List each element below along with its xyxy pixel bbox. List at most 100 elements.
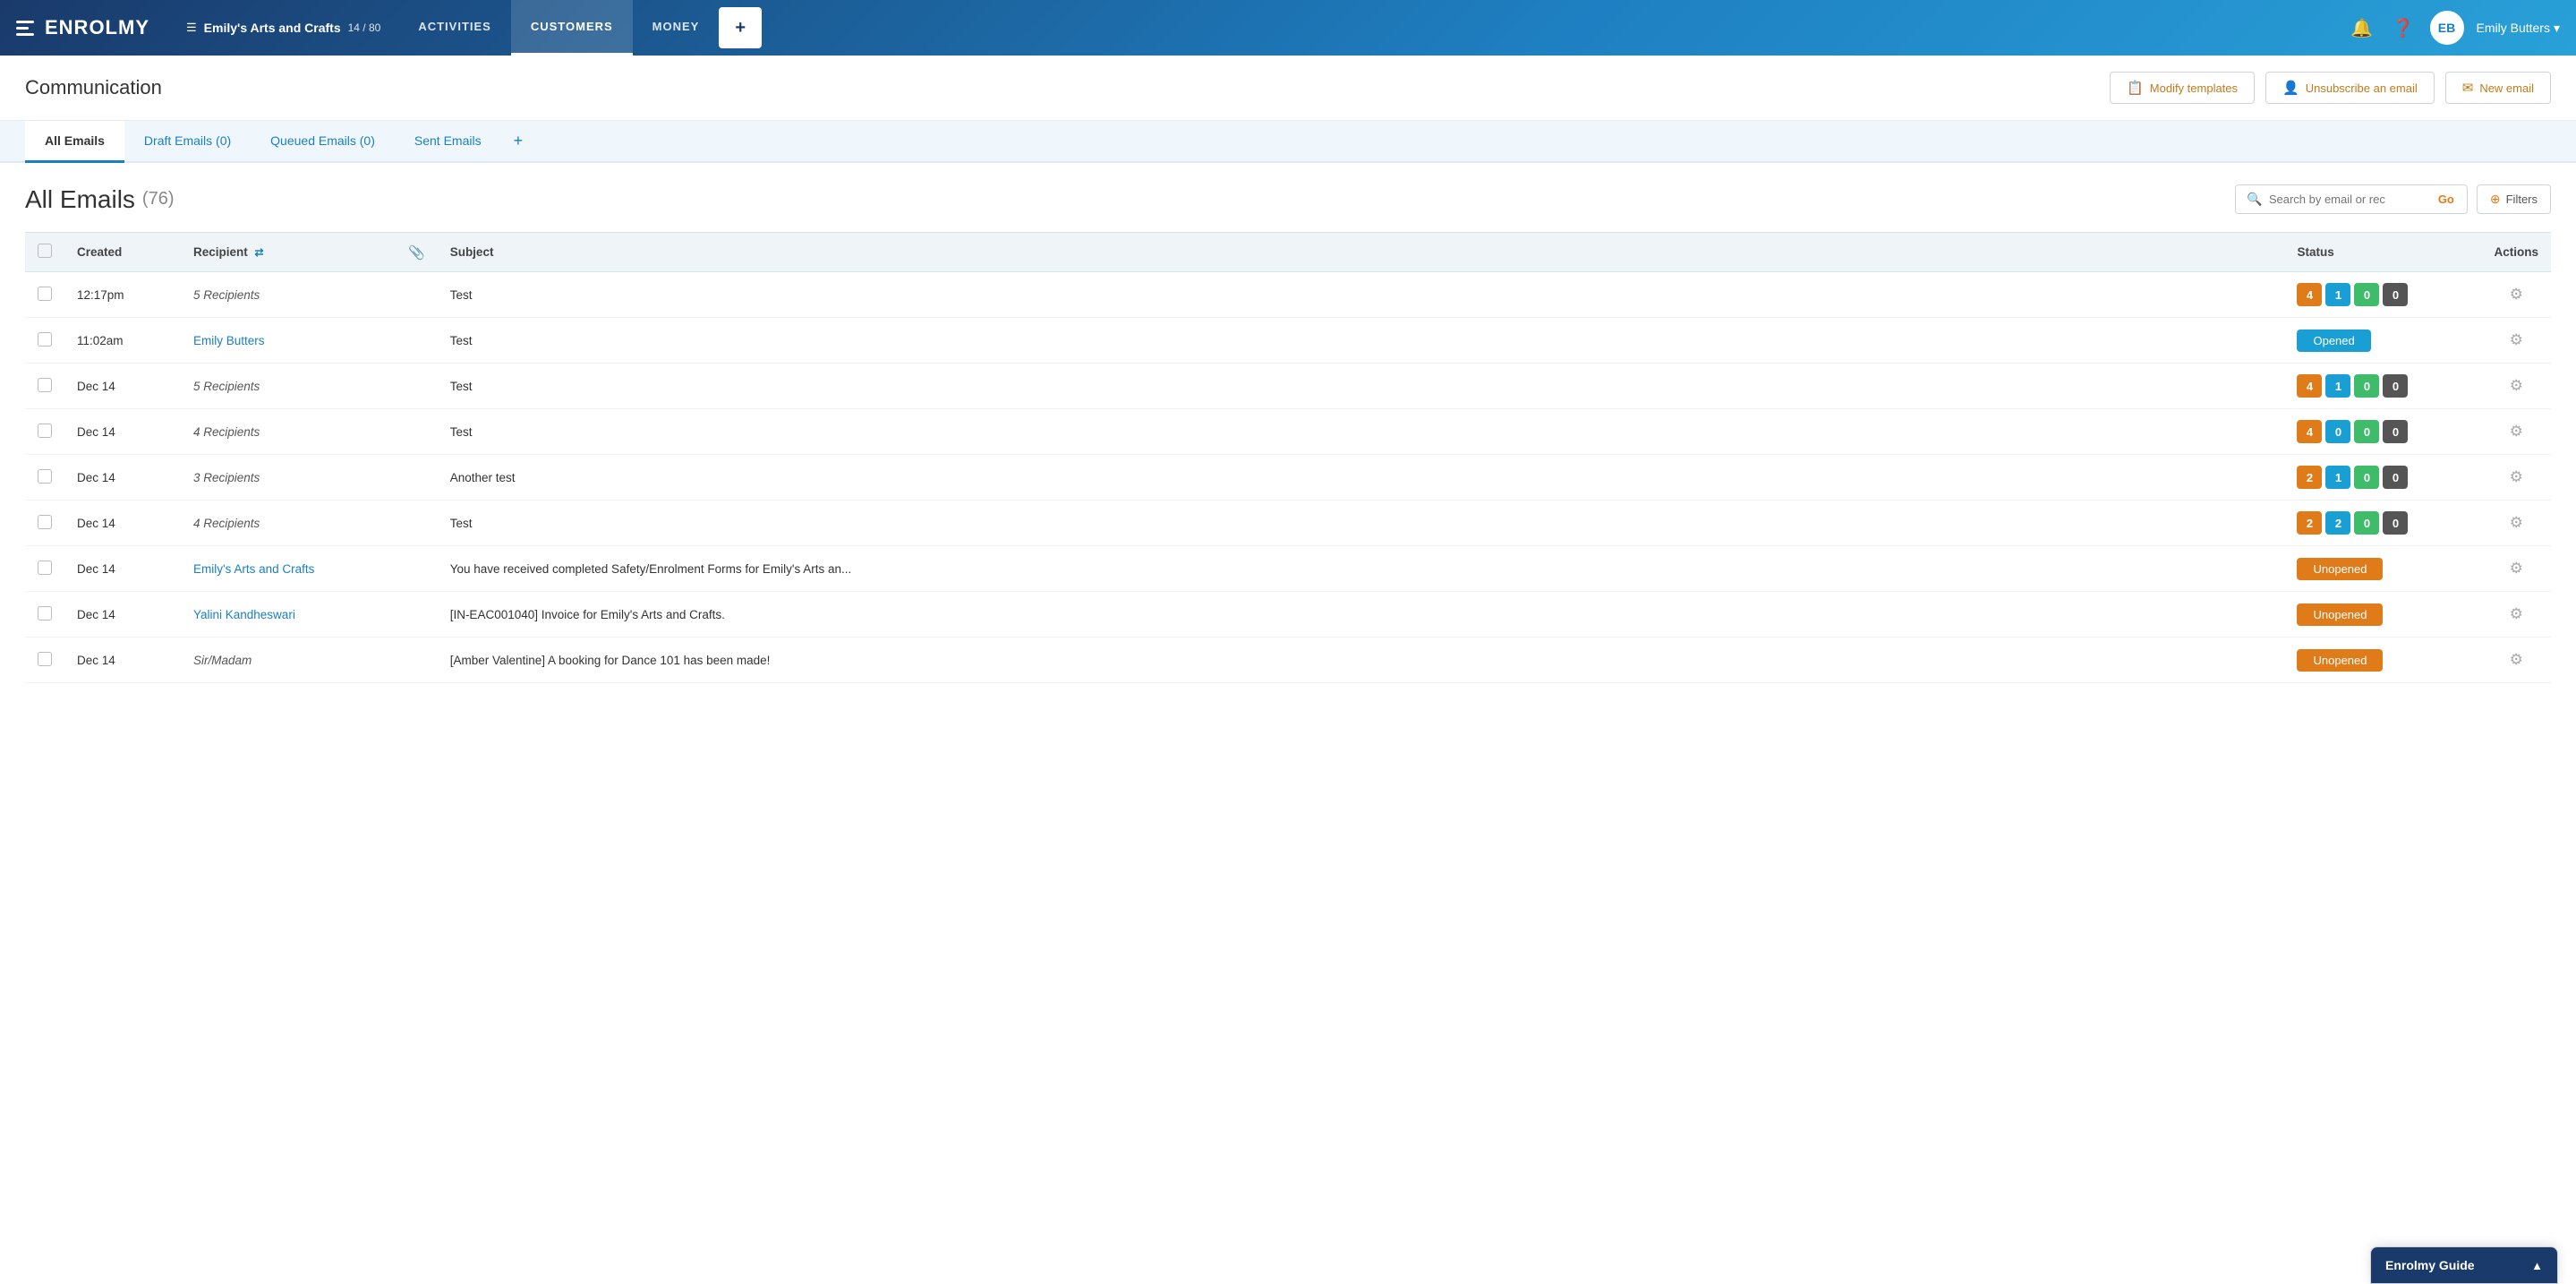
page-actions: 📋 Modify templates 👤 Unsubscribe an emai… [2110,72,2551,104]
search-input[interactable] [2269,193,2430,206]
cell-recipient: 3 Recipients [181,455,396,501]
th-attachment: 📎 [396,233,438,272]
cell-status: Unopened [2284,638,2481,683]
cell-actions: ⚙ [2481,364,2551,409]
status-badge-blue: 2 [2325,511,2350,535]
cell-actions: ⚙ [2481,272,2551,318]
row-checkbox[interactable] [38,515,52,529]
row-actions-gear-button[interactable]: ⚙ [2503,556,2530,581]
cell-status: Opened [2284,318,2481,364]
th-status: Status [2284,233,2481,272]
row-actions-gear-button[interactable]: ⚙ [2503,465,2530,490]
page-header: Communication 📋 Modify templates 👤 Unsub… [0,56,2576,121]
tab-sent-emails[interactable]: Sent Emails [395,121,501,163]
cell-status: 2200 [2284,501,2481,546]
cell-recipient: 5 Recipients [181,272,396,318]
emails-header: All Emails (76) 🔍 Go ⊕ Filters [25,184,2551,214]
row-actions-gear-button[interactable]: ⚙ [2503,602,2530,627]
row-checkbox[interactable] [38,378,52,392]
user-name-button[interactable]: Emily Butters ▾ [2477,21,2561,36]
recipient-link[interactable]: Yalini Kandheswari [193,608,295,621]
logo[interactable]: ENROLMY [16,16,177,39]
status-unopened-badge: Unopened [2297,558,2383,580]
app-header: ENROLMY ☰ Emily's Arts and Crafts 14 / 8… [0,0,2576,56]
logo-text: ENROLMY [45,16,149,39]
cell-created: Dec 14 [64,592,181,638]
cell-subject: Test [438,318,2285,364]
row-actions-gear-button[interactable]: ⚙ [2503,510,2530,535]
cell-recipient[interactable]: Emily's Arts and Crafts [181,546,396,592]
page-title: Communication [25,76,162,99]
cell-subject: [IN-EAC001040] Invoice for Emily's Arts … [438,592,2285,638]
recipient-link[interactable]: Emily's Arts and Crafts [193,562,314,576]
cell-status: Unopened [2284,592,2481,638]
th-recipient[interactable]: Recipient ⇄ [181,233,396,272]
row-checkbox[interactable] [38,469,52,484]
page-content: Communication 📋 Modify templates 👤 Unsub… [0,56,2576,1284]
search-box: 🔍 Go [2235,184,2468,214]
guide-header[interactable]: Enrolmy Guide ▲ [2371,1247,2557,1283]
tab-queued-emails[interactable]: Queued Emails (0) [251,121,395,163]
nav-money[interactable]: MONEY [633,0,720,56]
recipient-text: Sir/Madam [193,654,252,667]
recipient-link[interactable]: Emily Butters [193,334,265,347]
guide-title: Enrolmy Guide [2385,1258,2475,1272]
th-created[interactable]: Created [64,233,181,272]
status-badge-orange: 4 [2297,374,2322,398]
row-checkbox[interactable] [38,287,52,301]
tab-all-emails[interactable]: All Emails [25,121,124,163]
cell-created: 11:02am [64,318,181,364]
recipient-sort-icon: ⇄ [255,246,264,259]
hamburger-icon: ☰ [186,21,197,35]
table-row: 12:17pm5 RecipientsTest4100⚙ [25,272,2551,318]
recipient-text: 4 Recipients [193,517,260,530]
org-info[interactable]: ☰ Emily's Arts and Crafts 14 / 80 [186,21,380,35]
tab-draft-emails[interactable]: Draft Emails (0) [124,121,251,163]
filters-button[interactable]: ⊕ Filters [2477,184,2551,214]
logo-icon [16,21,34,36]
filter-icon: ⊕ [2490,192,2501,207]
notification-bell-icon[interactable]: 🔔 [2348,13,2376,42]
row-actions-gear-button[interactable]: ⚙ [2503,328,2530,353]
cell-recipient[interactable]: Emily Butters [181,318,396,364]
th-subject: Subject [438,233,2285,272]
nav-customers[interactable]: CUSTOMERS [511,0,633,56]
cell-attachment [396,546,438,592]
user-avatar[interactable]: EB [2430,11,2464,45]
status-badges: 2100 [2297,466,2469,489]
row-actions-gear-button[interactable]: ⚙ [2503,419,2530,444]
status-unopened-badge: Unopened [2297,603,2383,626]
row-checkbox[interactable] [38,424,52,438]
nav-activities[interactable]: ACTIVITIES [398,0,511,56]
row-actions-gear-button[interactable]: ⚙ [2503,282,2530,307]
new-email-icon: ✉ [2462,80,2474,96]
status-badge-orange: 4 [2297,283,2322,306]
select-all-checkbox[interactable] [38,244,52,258]
cell-status: 4100 [2284,272,2481,318]
row-checkbox[interactable] [38,332,52,347]
add-tab-button[interactable]: + [501,123,536,159]
cell-actions: ⚙ [2481,592,2551,638]
row-actions-gear-button[interactable]: ⚙ [2503,373,2530,398]
cell-attachment [396,318,438,364]
cell-actions: ⚙ [2481,501,2551,546]
row-checkbox[interactable] [38,652,52,666]
modify-templates-button[interactable]: 📋 Modify templates [2110,72,2255,104]
cell-actions: ⚙ [2481,409,2551,455]
row-checkbox[interactable] [38,606,52,621]
status-badge-dark: 0 [2383,466,2408,489]
new-email-button[interactable]: ✉ New email [2445,72,2551,104]
cell-attachment [396,409,438,455]
table-row: 11:02am Emily Butters TestOpened ⚙ [25,318,2551,364]
cell-attachment [396,501,438,546]
unsubscribe-email-button[interactable]: 👤 Unsubscribe an email [2265,72,2435,104]
status-badge-blue: 1 [2325,374,2350,398]
row-checkbox[interactable] [38,561,52,575]
search-go-button[interactable]: Go [2436,193,2456,206]
nav-plus-button[interactable]: + [719,7,762,48]
status-badge-blue: 1 [2325,283,2350,306]
row-actions-gear-button[interactable]: ⚙ [2503,647,2530,672]
table-row: Dec 14Sir/Madam[Amber Valentine] A booki… [25,638,2551,683]
cell-recipient[interactable]: Yalini Kandheswari [181,592,396,638]
help-icon[interactable]: ❓ [2389,13,2418,42]
